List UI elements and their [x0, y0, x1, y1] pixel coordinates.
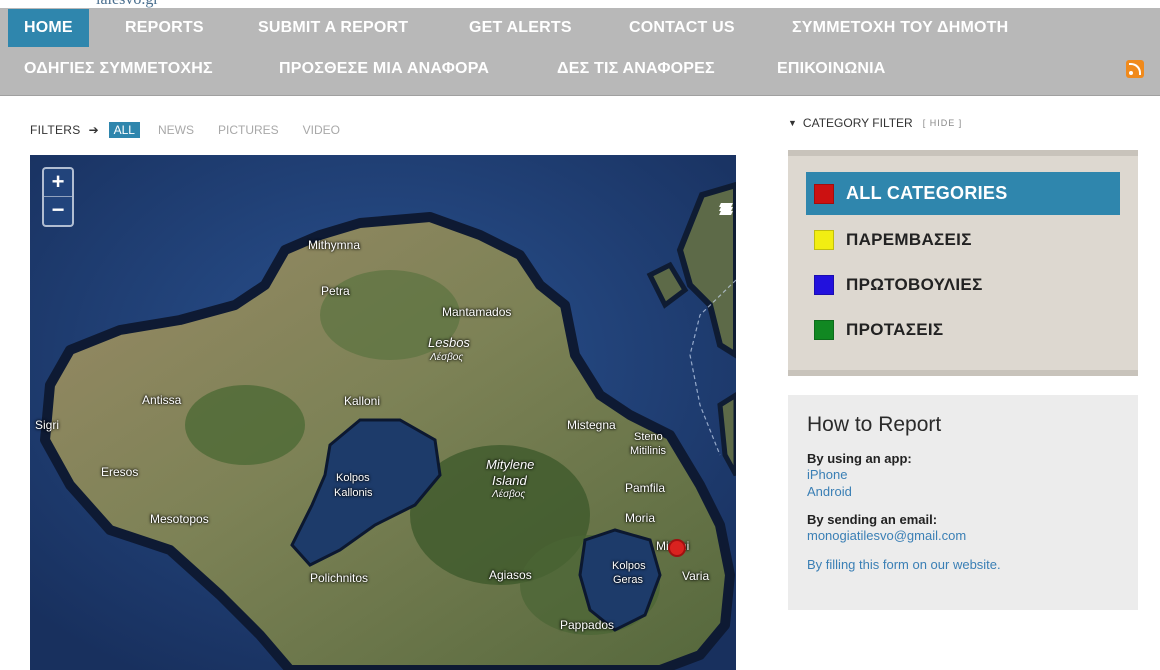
- category-all[interactable]: ALL CATEGORIES: [806, 172, 1120, 215]
- web-form-link[interactable]: By filling this form on our website.: [807, 556, 1119, 573]
- category-label: ΠΡΟΤΑΣΕΙΣ: [846, 319, 944, 339]
- rss-feed-icon[interactable]: [1126, 60, 1144, 78]
- category-label: ΠΑΡΕΜΒΑΣΕΙΣ: [846, 229, 972, 249]
- map-label: Antissa: [142, 393, 182, 407]
- zoom-in-button[interactable]: +: [44, 169, 72, 197]
- map-label: Pappados: [560, 618, 615, 632]
- map-label: Λέσβος: [492, 489, 526, 500]
- iphone-link[interactable]: iPhone: [807, 466, 1119, 483]
- nav-contact[interactable]: ΕΠΙΚΟΙΝΩΝΙΑ: [761, 50, 902, 88]
- map-label: Lesbos: [428, 335, 470, 350]
- filter-all[interactable]: ALL: [108, 122, 140, 138]
- satellite-map-image: [30, 155, 736, 670]
- map-label: Steno: [634, 431, 663, 443]
- filter-pictures[interactable]: PICTURES: [218, 123, 279, 137]
- filters-label: FILTERS: [30, 123, 81, 137]
- category-initiatives[interactable]: ΠΡΩΤΟΒΟΥΛΙΕΣ: [806, 263, 1120, 306]
- category-color-swatch: [814, 183, 834, 204]
- app-label: By using an app:: [807, 451, 912, 466]
- map-label: Mitylene: [486, 457, 535, 472]
- map-label: Petra: [321, 284, 350, 298]
- how-to-report-panel: How to Report By using an app: iPhone An…: [788, 395, 1138, 610]
- map-label: Kolpos: [336, 472, 370, 484]
- category-color-swatch: [814, 274, 834, 295]
- map-label: Kalloni: [344, 394, 381, 408]
- nav-participation-guide[interactable]: ΟΔΗΓΙΕΣ ΣΥΜΜΕΤΟΧΗΣ: [8, 50, 229, 88]
- nav-contact-us[interactable]: CONTACT US: [613, 9, 751, 47]
- map-label: Polichnitos: [310, 571, 369, 585]
- nav-view-reports[interactable]: ΔΕΣ ΤΙΣ ΑΝΑΦΟΡΕΣ: [541, 50, 731, 88]
- map-label: Sigri: [35, 418, 60, 432]
- layers-icon[interactable]: [719, 203, 733, 215]
- map-label: Varia: [682, 569, 710, 583]
- nav-row-secondary: ΟΔΗΓΙΕΣ ΣΥΜΜΕΤΟΧΗΣ ΠΡΟΣΘΕΣΕ ΜΙΑ ΑΝΑΦΟΡΑ …: [0, 50, 1160, 88]
- category-color-swatch: [814, 319, 834, 340]
- email-link[interactable]: monogiatilesvo@gmail.com: [807, 527, 1119, 544]
- filter-video[interactable]: VIDEO: [303, 123, 340, 137]
- zoom-out-button[interactable]: −: [44, 197, 72, 225]
- category-filter-header: ▼ CATEGORY FILTER [ HIDE ]: [788, 116, 962, 130]
- map-label: Pamfila: [625, 481, 666, 495]
- map-label: Mistegna: [567, 418, 616, 432]
- category-filter-title: CATEGORY FILTER: [802, 116, 913, 130]
- category-color-swatch: [814, 229, 834, 250]
- map-label: Agiasos: [489, 568, 532, 582]
- filter-news[interactable]: NEWS: [158, 123, 194, 137]
- how-to-report-title: How to Report: [807, 413, 942, 436]
- site-logo[interactable]: ialesvo.gr: [96, 0, 276, 8]
- report-marker[interactable]: [668, 539, 686, 557]
- map-label: Λέσβος: [430, 352, 464, 363]
- map-label: Kolpos: [612, 560, 646, 572]
- android-link[interactable]: Android: [807, 483, 1119, 500]
- hide-category-filter-link[interactable]: [ HIDE ]: [923, 118, 963, 128]
- arrow-right-icon: ➔: [88, 123, 99, 137]
- nav-row-primary: HOME REPORTS SUBMIT A REPORT GET ALERTS …: [0, 9, 1160, 47]
- media-filters: FILTERS ➔ ALL NEWS PICTURES VIDEO: [30, 122, 364, 138]
- category-list: ALL CATEGORIES ΠΑΡΕΜΒΑΣΕΙΣ ΠΡΩΤΟΒΟΥΛΙΕΣ …: [788, 150, 1138, 376]
- zoom-control: + −: [42, 167, 74, 227]
- nav-get-alerts[interactable]: GET ALERTS: [453, 9, 588, 47]
- map-label: Island: [492, 473, 527, 488]
- nav-submit-report[interactable]: SUBMIT A REPORT: [242, 9, 424, 47]
- map-label: Moria: [625, 511, 656, 525]
- main-navigation: HOME REPORTS SUBMIT A REPORT GET ALERTS …: [0, 8, 1160, 96]
- category-label: ALL CATEGORIES: [846, 183, 1008, 203]
- map-label: Mantamados: [442, 305, 512, 319]
- map-label: Eresos: [101, 465, 139, 479]
- nav-citizen-participation[interactable]: ΣΥΜΜΕΤΟΧΗ ΤΟΥ ΔΗΜΟΤΗ: [776, 9, 1024, 47]
- category-label: ΠΡΩΤΟΒΟΥΛΙΕΣ: [846, 274, 983, 294]
- nav-add-report[interactable]: ΠΡΟΣΘΕΣΕ ΜΙΑ ΑΝΑΦΟΡΑ: [263, 50, 505, 88]
- map-label: Geras: [613, 574, 643, 586]
- nav-home[interactable]: HOME: [8, 9, 89, 47]
- down-arrow-icon: ▼: [788, 118, 797, 128]
- category-proposals[interactable]: ΠΡΟΤΑΣΕΙΣ: [806, 308, 1120, 351]
- reports-map[interactable]: + − Mithymna Petra Mantamados Lesbos Λέσ…: [30, 155, 736, 670]
- category-interventions[interactable]: ΠΑΡΕΜΒΑΣΕΙΣ: [806, 218, 1120, 261]
- site-logo-text: ialesvo.gr: [96, 0, 276, 8]
- map-label: Mitilinis: [630, 445, 667, 457]
- map-label: Mesotopos: [150, 512, 209, 526]
- map-label: Mithymna: [308, 238, 361, 252]
- nav-reports[interactable]: REPORTS: [109, 9, 220, 47]
- email-label: By sending an email:: [807, 512, 938, 527]
- map-label: Kallonis: [334, 487, 373, 499]
